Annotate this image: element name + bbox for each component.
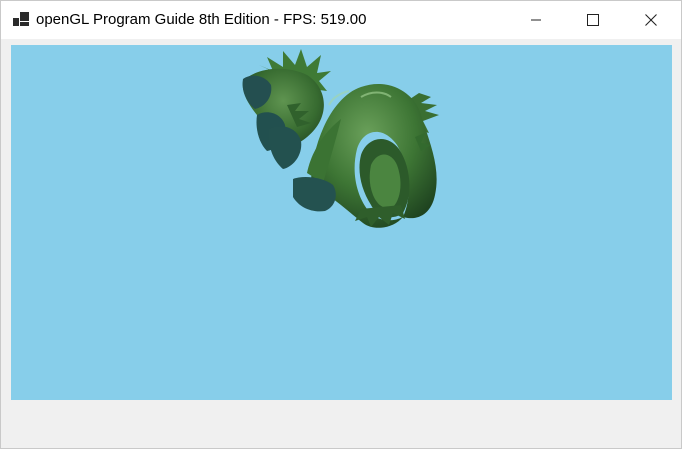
maximize-icon [587, 14, 599, 26]
app-window: openGL Program Guide 8th Edition - FPS: … [0, 0, 682, 449]
title-bar[interactable]: openGL Program Guide 8th Edition - FPS: … [1, 1, 681, 39]
window-title: openGL Program Guide 8th Edition - FPS: … [36, 11, 367, 28]
close-button[interactable] [628, 1, 674, 39]
dragon-model [242, 49, 439, 228]
opengl-viewport[interactable] [11, 45, 672, 400]
maximize-button[interactable] [570, 1, 616, 39]
minimize-icon [531, 19, 541, 21]
app-icon[interactable] [13, 12, 29, 26]
minimize-button[interactable] [513, 1, 559, 39]
close-icon [645, 14, 657, 26]
